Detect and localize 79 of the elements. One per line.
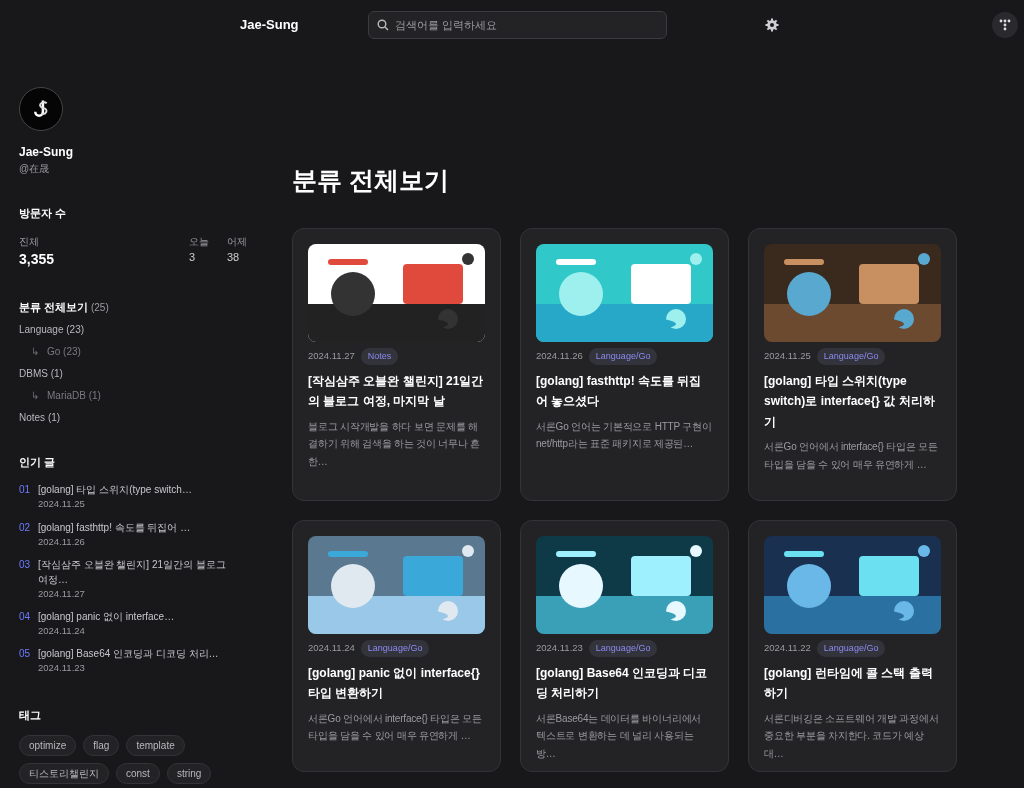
post-excerpt: 블로그 시작개발을 하다 보면 문제를 해결하기 위해 검색을 하는 것이 너무나 흔한… [308, 419, 482, 469]
category-link[interactable]: Go (23) [47, 345, 81, 357]
category-tag[interactable]: Language/Go [588, 639, 658, 657]
stat-label: 진체 [19, 234, 40, 249]
stat-value: 3 [189, 249, 197, 265]
rank-number: 01 [19, 483, 32, 498]
post-excerpt: 서론Go 언어에서 interface{} 타입은 모든 타입을 담을 수 있어 매우 유연하게 … [308, 711, 483, 744]
stat-value: 3,355 [19, 249, 56, 269]
post-title[interactable]: [작심삼주 오블완 챌린지] 21일간의 블로그 여정, 마지막 날 [308, 371, 485, 412]
post-excerpt: 서론Base64는 데이터를 바이너리에서 텍스트로 변환하는 데 널리 사용되는 방… [536, 711, 703, 761]
post-card[interactable]: 2024.11.26 Language/Go [golang] fasthttp! 속도를 뒤집어 놓으셨다 서론Go 언어는 기본적으로 HTTP 구현이 net/http라는 표준 패키지로 제공된… [520, 227, 729, 501]
stat-label: 오늘 [189, 234, 210, 249]
category-tag[interactable]: Language/Go [816, 347, 886, 365]
popular-post-link[interactable]: [golang] Base64 인코딩과 디코딩 처리… [38, 646, 238, 662]
tag-chip[interactable]: optimize [19, 735, 77, 757]
popular-post-link[interactable]: [golang] panic 없이 interface… [38, 609, 238, 624]
rank-number: 02 [19, 520, 32, 535]
section-title: 인기 글 [19, 454, 56, 470]
post-card[interactable]: 2024.11.27 Notes [작심삼주 오블완 챌린지] 21일간의 블로그 여정, 마지막 날 블로그 시작개발을 하다 보면 문제를 해결하기 위해 검색을 하는 것이 너무나 흔한… [292, 227, 501, 501]
post-title[interactable]: [golang] 타입 스위치(type switch)로 interface{} 값 처리하기 [764, 371, 941, 433]
post-excerpt: 서론Go 언어는 기본적으로 HTTP 구현이 net/http라는 표준 패키지로 제공된… [536, 419, 713, 452]
tag-chip[interactable]: template [126, 735, 185, 757]
settings-icon[interactable] [765, 18, 779, 32]
post-date: 2024.11.22 [764, 641, 811, 656]
post-title[interactable]: [golang] fasthttp! 속도를 뒤집어 놓으셨다 [536, 371, 713, 412]
popular-post-link[interactable]: [golang] fasthttp! 속도를 뒤집어 … [38, 519, 238, 535]
post-card[interactable]: 2024.11.24 Language/Go [golang] panic 없이 interface{} 타입 변환하기 서론Go 언어에서 interface{} 타입은 모든 타입을 담을 수 있어 매우 유연하게 … [292, 519, 501, 772]
profile-name: Jae-Sung [19, 144, 74, 161]
post-date: 2024.11.23 [38, 661, 86, 676]
section-title: 태그 [19, 707, 42, 723]
category-count: (25) [90, 300, 109, 315]
page-heading: 분류 전체보기 [292, 165, 450, 196]
stat-label: 어제 [227, 234, 247, 249]
post-card[interactable]: 2024.11.23 Language/Go [golang] Base64 인코딩과 디코딩 처리하기 서론Base64는 데이터를 바이너리에서 텍스트로 변환하는 데 널리 사용되는 방… [520, 519, 729, 772]
category-link[interactable]: Notes (1) [19, 411, 61, 423]
branch-mark: ↳ [31, 345, 39, 357]
category-tag[interactable]: Notes [360, 347, 399, 365]
tag-chip[interactable]: const [116, 763, 160, 785]
category-link[interactable]: MariaDB (1) [47, 389, 101, 401]
rank-number: 05 [19, 647, 32, 662]
post-card[interactable]: 2024.11.22 Language/Go [golang] 런타임에 콜 스택 출력하기 서론디버깅은 소프트웨어 개발 과정에서 중요한 부분을 차지한다. 코드가 예상대… [748, 519, 957, 772]
category-link[interactable]: DBMS (1) [19, 367, 63, 379]
search-icon [377, 19, 389, 31]
post-date: 2024.11.25 [38, 497, 86, 512]
post-title[interactable]: [golang] Base64 인코딩과 디코딩 처리하기 [536, 663, 713, 704]
profile-handle: @在晟 [19, 162, 51, 176]
post-date: 2024.11.27 [308, 349, 355, 364]
post-date: 2024.11.24 [38, 624, 86, 638]
category-tag[interactable]: Language/Go [360, 639, 430, 657]
popular-post-link[interactable]: [golang] 타입 스위치(type switch… [38, 482, 238, 498]
post-card[interactable]: 2024.11.25 Language/Go [golang] 타입 스위치(type switch)로 interface{} 값 처리하기 서론Go 언어에서 interface{} 타입은 모든 타입을 담을 수 있어 매우 유연하게 … [748, 227, 957, 501]
stat-value: 38 [227, 249, 241, 265]
dots-icon [999, 19, 1011, 31]
post-excerpt: 서론Go 언어에서 interface{} 타입은 모든 타입을 담을 수 있어 매우 유연하게 … [764, 440, 939, 472]
post-date: 2024.11.26 [38, 534, 86, 549]
section-title: 방문자 수 [19, 206, 67, 221]
menu-button[interactable] [992, 12, 1018, 38]
post-title[interactable]: [golang] 런타임에 콜 스택 출력하기 [764, 663, 941, 704]
category-tag[interactable]: Language/Go [588, 347, 658, 365]
post-title[interactable]: [golang] panic 없이 interface{} 타입 변환하기 [308, 663, 485, 704]
avatar [19, 87, 63, 131]
rank-number: 03 [19, 557, 32, 572]
tag-chip[interactable]: string [166, 763, 212, 785]
tag-chip[interactable]: flag [83, 735, 120, 757]
branch-mark: ↳ [31, 389, 39, 401]
post-excerpt: 서론디버깅은 소프트웨어 개발 과정에서 중요한 부분을 차지한다. 코드가 예상대… [764, 711, 940, 761]
post-date: 2024.11.25 [764, 349, 811, 364]
rank-number: 04 [19, 610, 32, 624]
post-date: 2024.11.24 [308, 641, 355, 656]
post-date: 2024.11.23 [536, 641, 583, 656]
category-tag[interactable]: Language/Go [816, 639, 886, 657]
section-title: 분류 전체보기 [19, 299, 88, 315]
post-date: 2024.11.26 [536, 349, 583, 364]
search-field[interactable]: 검색어를 입력하세요 [368, 11, 667, 39]
category-link[interactable]: Language (23) [19, 323, 85, 335]
post-date: 2024.11.27 [38, 586, 86, 601]
blog-title[interactable]: Jae-Sung [240, 15, 350, 35]
popular-post-link[interactable]: [작심삼주 오블완 챌린지] 21일간의 블로그 여정… [38, 556, 238, 587]
tag-chip[interactable]: 티스토리챌린지 [19, 763, 109, 785]
